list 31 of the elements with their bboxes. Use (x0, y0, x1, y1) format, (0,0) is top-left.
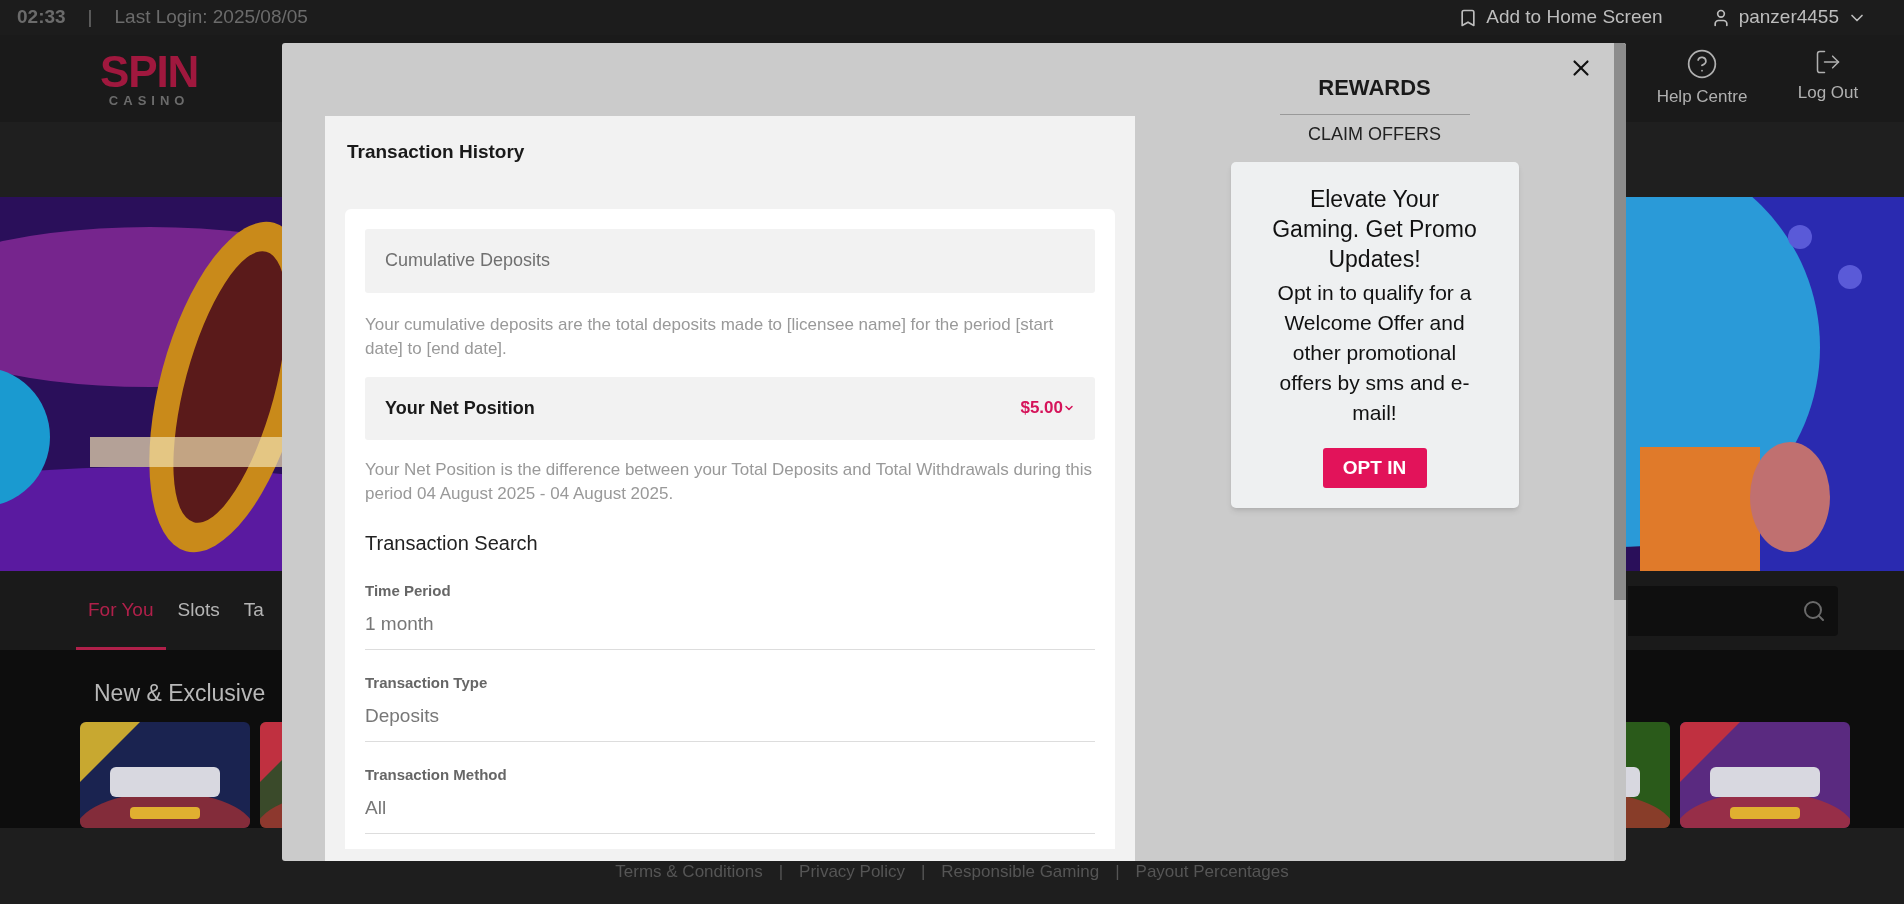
category-tab[interactable]: Slots (165, 571, 232, 650)
separator: | (778, 861, 784, 884)
user-menu-button[interactable]: panzer4455 (1710, 3, 1867, 32)
select-field[interactable]: Transaction Method All (365, 741, 1095, 834)
search-field[interactable] (1628, 585, 1838, 636)
promo-heading: Elevate Your Gaming. Get Promo Updates! (1271, 185, 1478, 274)
cumulative-deposits-row: Cumulative Deposits (365, 228, 1095, 293)
clock-time: 02:33 (17, 5, 66, 30)
separator: | (920, 861, 926, 884)
add-to-home-button[interactable]: Add to Home Screen (1458, 3, 1663, 32)
last-login: Last Login: 2025/08/05 (114, 5, 308, 30)
separator: | (1115, 861, 1120, 884)
rewards-title: REWARDS (1318, 74, 1431, 102)
help-icon (1686, 47, 1718, 80)
cumulative-note: Your cumulative deposits are the total deposits made to [licensee name] for the period [start date] to [end date]. (365, 313, 1055, 360)
separator: | (87, 5, 93, 30)
section-heading: Transaction Search (365, 530, 539, 556)
search-icon (1802, 598, 1826, 623)
select-field[interactable]: Transaction Type Deposits (365, 649, 1095, 742)
help-centre-button[interactable]: Help Centre (1647, 47, 1757, 110)
logo[interactable]: SPIN CASINO (100, 50, 199, 107)
opt-in-button[interactable]: OPT IN (1322, 448, 1427, 488)
category-tab[interactable]: Ta (231, 571, 276, 650)
section-title: New & Exclusive (94, 682, 266, 705)
log-out-button[interactable]: Log Out (1773, 47, 1883, 110)
promo-text: Opt in to qualify for a Welcome Offer and other promotional offers by sms and e-mail! (1276, 280, 1473, 426)
select-field[interactable]: Time Period 1 month (365, 557, 1095, 650)
panel-title: Transaction History (347, 140, 526, 164)
net-position-note: Your Net Position is the difference between your Total Deposits and Total Withdrawals during this period 04 August 2025 - 04 August 2025. (365, 458, 1093, 505)
net-position-row[interactable]: Your Net Position $5.00 (365, 376, 1095, 440)
claim-offers-tab[interactable]: CLAIM OFFERS (1308, 121, 1441, 148)
